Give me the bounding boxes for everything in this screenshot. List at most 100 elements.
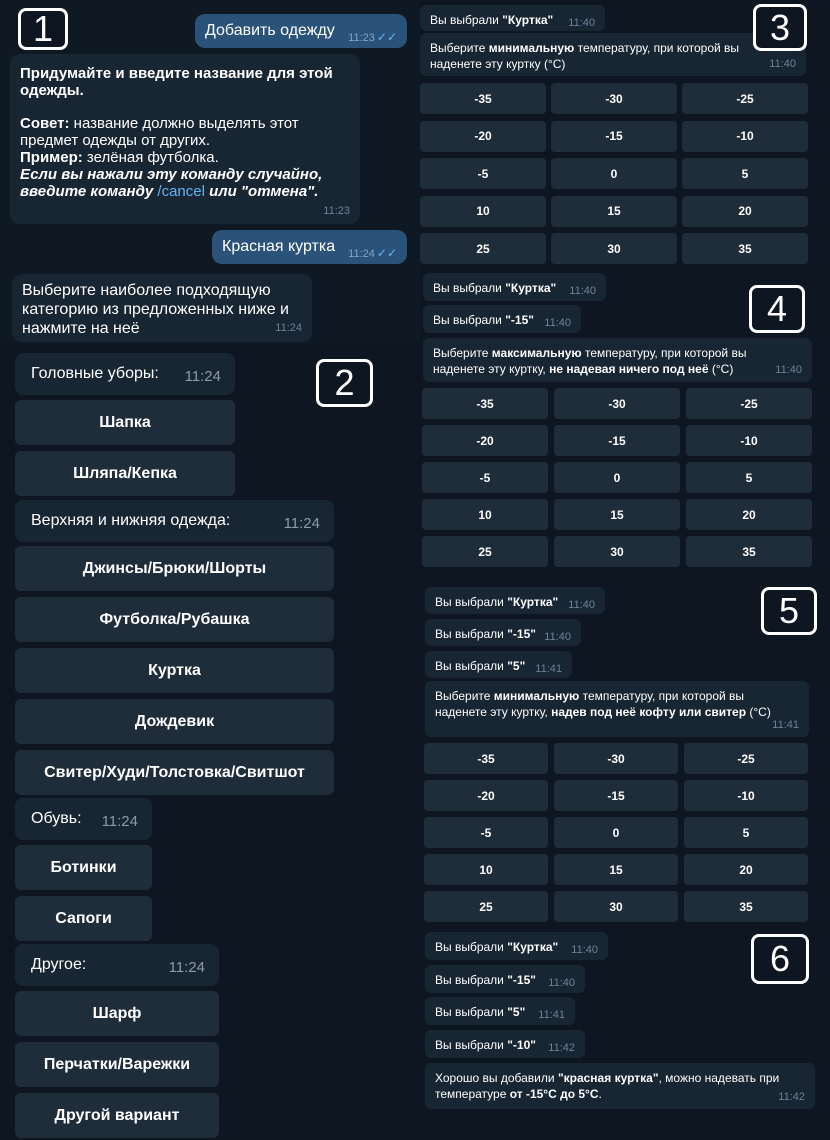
chip-selected-jacket: Вы выбрали "Куртка" 11:40: [425, 932, 608, 960]
button-scarf[interactable]: Шарф: [15, 991, 219, 1036]
temp-button[interactable]: 10: [424, 854, 548, 885]
temp-button[interactable]: -25: [684, 743, 808, 774]
chip-selected-minus10: Вы выбрали "-10" 11:42: [425, 1030, 585, 1058]
category-label: Верхняя и нижняя одежда:: [31, 512, 231, 529]
temp-button[interactable]: -25: [686, 388, 812, 419]
temp-button[interactable]: 15: [554, 499, 680, 530]
temp-button[interactable]: 30: [554, 536, 680, 567]
temp-button[interactable]: -20: [420, 120, 546, 152]
panel-max-temp: Вы выбрали "Куртка" 11:40 Вы выбрали "-1…: [420, 268, 830, 578]
temp-button[interactable]: -20: [422, 425, 548, 456]
button-tshirt[interactable]: Футболка/Рубашка: [15, 597, 334, 642]
button-gloves[interactable]: Перчатки/Варежки: [15, 1042, 219, 1087]
button-cap[interactable]: Шляпа/Кепка: [15, 451, 235, 496]
message-time: 11:24: [275, 322, 302, 334]
button-boots[interactable]: Ботинки: [15, 845, 152, 890]
button-raincoat[interactable]: Дождевик: [15, 699, 334, 744]
category-prompt-line-3: нажмите на неё: [22, 320, 140, 337]
chip-label: Вы выбрали: [430, 13, 503, 27]
temp-button[interactable]: 5: [682, 158, 808, 189]
incoming-message-name-prompt: Придумайте и введите название для этой о…: [10, 54, 360, 224]
tip-text: название должно выделять этот: [69, 115, 299, 132]
temp-button[interactable]: 10: [420, 195, 546, 227]
message-time: 11:24 ✓✓: [348, 246, 397, 260]
button-jacket[interactable]: Куртка: [15, 648, 334, 693]
temp-button[interactable]: -15: [554, 425, 680, 456]
button-other-option[interactable]: Другой вариант: [15, 1093, 219, 1138]
temp-button[interactable]: 25: [420, 233, 546, 264]
temp-button[interactable]: -15: [554, 780, 678, 811]
temp-button[interactable]: 0: [551, 158, 677, 189]
temp-button[interactable]: 25: [422, 536, 548, 567]
button-jeans[interactable]: Джинсы/Брюки/Шорты: [15, 546, 334, 591]
tip-text-2: предмет одежды от других.: [20, 132, 211, 149]
temp-button[interactable]: 0: [554, 817, 678, 848]
category-label: Головные уборы:: [31, 365, 159, 382]
temp-button[interactable]: 35: [684, 891, 808, 922]
temp-button[interactable]: 15: [551, 195, 677, 227]
temp-button[interactable]: 30: [551, 233, 677, 264]
message-text: Красная куртка: [222, 238, 336, 255]
message-time: 11:24: [101, 813, 138, 830]
message-time: 11:24: [283, 515, 320, 532]
button-sweater[interactable]: Свитер/Худи/Толстовка/Свитшот: [15, 750, 334, 795]
category-prompt-line-2: категорию из предложенных ниже и: [22, 301, 289, 318]
read-ticks-icon: ✓✓: [376, 246, 397, 260]
category-prompt-line-1: Выберите наиболее подходящую: [22, 282, 271, 299]
min-temp-sweater-question: Выберите минимальную температуру, при ко…: [425, 681, 809, 737]
panel-min-temp: Вы выбрали "Куртка" 11:40 Выберите миним…: [420, 0, 830, 265]
button-hat[interactable]: Шапка: [15, 400, 235, 445]
button-high-boots[interactable]: Сапоги: [15, 896, 152, 941]
message-time: 11:42: [548, 1042, 575, 1054]
temp-button[interactable]: 20: [686, 499, 812, 530]
temp-button[interactable]: -10: [682, 120, 808, 152]
temp-button[interactable]: -35: [422, 388, 548, 419]
panel-result: Вы выбрали "Куртка" 11:40 Вы выбрали "-1…: [420, 925, 830, 1140]
chip-selected-5: Вы выбрали "5" 11:41: [425, 651, 572, 678]
temp-button[interactable]: -5: [422, 462, 548, 493]
chip-selected-jacket: Вы выбрали "Куртка" 11:40: [425, 587, 605, 614]
message-time: 11:40: [769, 58, 796, 70]
temp-button[interactable]: 20: [684, 854, 808, 885]
temp-button[interactable]: 30: [554, 891, 678, 922]
temp-button[interactable]: -30: [551, 83, 677, 114]
temp-button[interactable]: -25: [682, 83, 808, 114]
message-time: 11:42: [778, 1091, 805, 1103]
temp-button[interactable]: 35: [682, 233, 808, 264]
cancel-command-link[interactable]: /cancel: [157, 183, 205, 200]
temp-button[interactable]: -30: [554, 743, 678, 774]
temp-button[interactable]: 25: [424, 891, 548, 922]
temp-button[interactable]: -5: [420, 158, 546, 189]
example-label: Пример:: [20, 149, 83, 166]
temp-button[interactable]: -10: [686, 425, 812, 456]
temp-button[interactable]: 15: [554, 854, 678, 885]
category-header-other: Другое: 11:24: [15, 944, 219, 986]
read-ticks-icon: ✓✓: [376, 30, 397, 44]
temp-button[interactable]: -35: [420, 83, 546, 114]
temp-button[interactable]: 0: [554, 462, 680, 493]
chip-selected-jacket: Вы выбрали "Куртка" 11:40: [420, 5, 605, 31]
temp-button[interactable]: 5: [686, 462, 812, 493]
temp-button[interactable]: 10: [422, 499, 548, 530]
temp-button[interactable]: -5: [424, 817, 548, 848]
temp-button[interactable]: -15: [551, 120, 677, 152]
message-time: 11:23: [323, 205, 350, 217]
panel-add-clothing: Добавить одежду 11:23 ✓✓ Придумайте и вве…: [0, 0, 420, 345]
example-text: зелёная футболка.: [82, 149, 219, 166]
temp-button[interactable]: 5: [684, 817, 808, 848]
temp-button[interactable]: 35: [686, 536, 812, 567]
temp-button[interactable]: -30: [554, 388, 680, 419]
temp-button[interactable]: 20: [682, 195, 808, 227]
temp-button[interactable]: -35: [424, 743, 548, 774]
step-marker-4: 4: [749, 285, 805, 333]
chip-selected-minus15: Вы выбрали "-15" 11:40: [425, 619, 581, 646]
chip-selected-minus15: Вы выбрали "-15" 11:40: [425, 965, 585, 993]
chip-selected-jacket: Вы выбрали "Куртка" 11:40: [423, 273, 606, 301]
tip-label: Совет:: [20, 115, 70, 132]
temp-button[interactable]: -10: [684, 780, 808, 811]
message-time: 11:24: [184, 368, 221, 385]
temp-button[interactable]: -20: [424, 780, 548, 811]
outgoing-message-add-clothing: Добавить одежду 11:23 ✓✓: [195, 14, 407, 48]
message-time: 11:41: [772, 719, 799, 731]
message-text: Добавить одежду: [205, 22, 335, 39]
